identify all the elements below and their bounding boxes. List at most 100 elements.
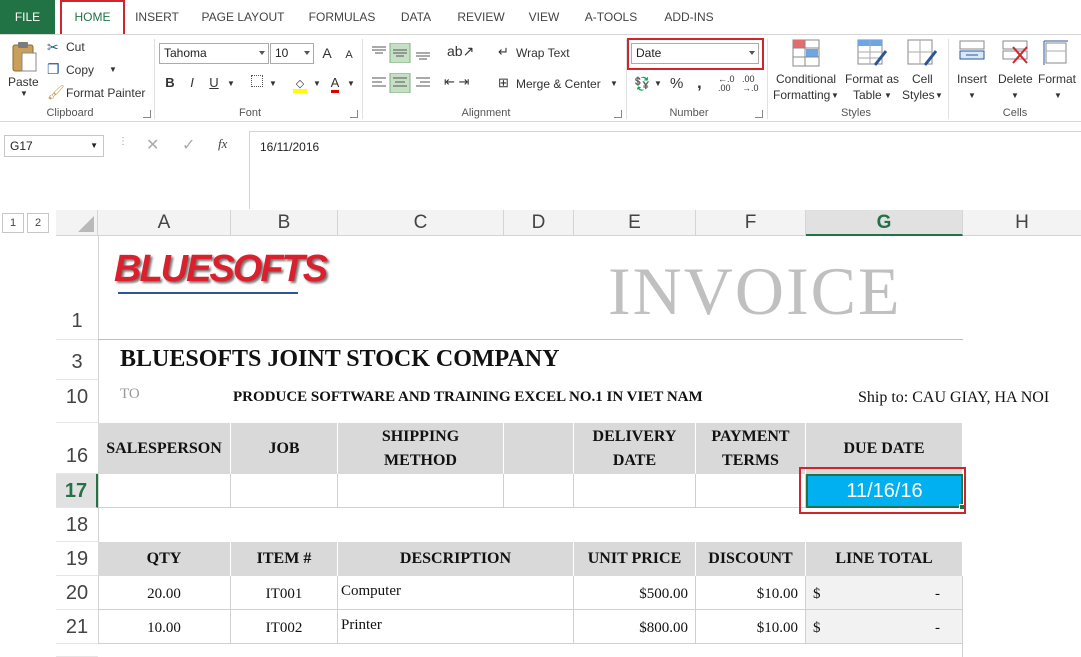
shrink-font-button[interactable]: A — [338, 44, 360, 66]
indent-icons[interactable]: ⇤ ⇥ — [444, 74, 469, 90]
tab-data[interactable]: DATA — [392, 0, 440, 34]
fill-handle[interactable] — [959, 504, 965, 510]
number-launcher-icon[interactable] — [755, 110, 763, 118]
row-header-10[interactable]: 10 — [56, 380, 98, 423]
font-size-combo[interactable]: 10 — [270, 43, 314, 64]
clipboard-launcher-icon[interactable] — [143, 110, 151, 118]
chevron-down-icon[interactable]: ▼ — [269, 79, 277, 88]
percent-icon[interactable]: % — [670, 75, 683, 92]
row-header-18[interactable]: 18 — [56, 508, 98, 542]
row-header-20[interactable]: 20 — [56, 576, 98, 610]
tab-a-tools[interactable]: A-TOOLS — [578, 0, 644, 34]
column-header-d[interactable]: D — [504, 210, 574, 236]
cell-qty[interactable]: 10.00 — [98, 610, 231, 644]
format-as-table-button[interactable]: Format as Table ▼ — [843, 37, 901, 105]
tab-formulas[interactable]: FORMULAS — [302, 0, 382, 34]
cell-unit-price[interactable]: $500.00 — [574, 576, 696, 610]
row-header-17[interactable]: 17 — [56, 474, 98, 508]
cell-item[interactable]: IT002 — [231, 610, 338, 644]
chevron-down-icon[interactable]: ▼ — [654, 79, 662, 88]
column-header-e[interactable]: E — [574, 210, 696, 236]
format-painter-button[interactable]: 🖌 Format Painter — [47, 83, 152, 103]
cancel-icon[interactable]: ✕ — [146, 135, 159, 155]
alignment-launcher-icon[interactable] — [614, 110, 622, 118]
underline-button[interactable]: U — [203, 72, 225, 94]
cut-button[interactable]: ✂ Cut — [47, 37, 147, 57]
paste-button[interactable]: Paste ▼ — [4, 39, 44, 103]
conditional-formatting-button[interactable]: Conditional Formatting ▼ — [772, 37, 840, 105]
cell-line-total[interactable]: $ - — [806, 576, 963, 610]
currency-icon[interactable]: 💱 — [634, 76, 650, 92]
tab-file[interactable]: FILE — [0, 0, 55, 34]
outline-level-1-button[interactable]: 1 — [2, 213, 24, 233]
formula-input[interactable]: 16/11/2016 — [249, 131, 1081, 209]
font-color-button[interactable]: A — [324, 72, 346, 94]
insert-cells-button[interactable]: Insert ▼ — [952, 37, 992, 105]
chevron-down-icon[interactable]: ▼ — [313, 79, 321, 88]
row-header-partial[interactable] — [56, 644, 98, 657]
wrap-text-button[interactable]: ↵ Wrap Text — [498, 43, 598, 63]
column-header-a[interactable]: A — [98, 210, 231, 236]
row-header-16[interactable]: 16 — [56, 423, 98, 474]
enter-icon[interactable]: ✓ — [182, 135, 195, 155]
row-header-3[interactable]: 3 — [56, 340, 98, 380]
name-box[interactable]: G17 ▼ — [4, 135, 104, 157]
merge-center-button[interactable]: ⊞ Merge & Center ▼ — [498, 74, 623, 94]
cell-description[interactable]: Computer — [338, 576, 574, 610]
delete-cells-button[interactable]: Delete ▼ — [995, 37, 1035, 105]
chevron-down-icon[interactable]: ▼ — [347, 79, 355, 88]
cell-qty[interactable]: 20.00 — [98, 576, 231, 610]
cell-discount[interactable]: $10.00 — [696, 610, 806, 644]
bold-button[interactable]: B — [159, 72, 181, 94]
cell-line-total[interactable]: $ - — [806, 610, 963, 644]
wrap-icon: ↵ — [498, 44, 509, 59]
column-header-b[interactable]: B — [231, 210, 338, 236]
column-header-g[interactable]: G — [806, 210, 963, 236]
column-header-f[interactable]: F — [696, 210, 806, 236]
cell-description[interactable]: Printer — [338, 610, 574, 644]
select-all-corner[interactable] — [56, 210, 98, 236]
grow-font-button[interactable]: A — [316, 42, 338, 64]
cell-d17[interactable] — [504, 474, 574, 508]
cell-discount[interactable]: $10.00 — [696, 576, 806, 610]
font-name-combo[interactable]: Tahoma — [159, 43, 269, 64]
tab-insert[interactable]: INSERT — [128, 0, 186, 34]
format-cells-button[interactable]: Format ▼ — [1036, 37, 1080, 105]
borders-button[interactable] — [246, 72, 268, 94]
cell-b17[interactable] — [231, 474, 338, 508]
row-header-21[interactable]: 21 — [56, 610, 98, 644]
row-header-1[interactable]: 1 — [56, 236, 98, 340]
cell-e17[interactable] — [574, 474, 696, 508]
column-header-h[interactable]: H — [963, 210, 1081, 236]
copy-button[interactable]: ❐ Copy ▼ — [47, 60, 147, 80]
drag-handle-icon[interactable]: ⋮ — [118, 136, 128, 147]
tab-view[interactable]: VIEW — [522, 0, 566, 34]
outline-level-2-button[interactable]: 2 — [27, 213, 49, 233]
cell-f17[interactable] — [696, 474, 806, 508]
cell-a17[interactable] — [98, 474, 231, 508]
decrease-decimal-icon[interactable]: .00 →.0 — [742, 75, 759, 93]
group-cells-label: Cells — [1002, 107, 1028, 119]
cell-styles-button[interactable]: Cell Styles ▼ — [901, 37, 945, 105]
cell-unit-price[interactable]: $800.00 — [574, 610, 696, 644]
number-format-combo[interactable]: Date — [631, 43, 759, 64]
chevron-down-icon[interactable]: ▼ — [227, 79, 235, 88]
italic-button[interactable]: I — [181, 72, 203, 94]
insert-function-icon[interactable]: fx — [218, 136, 227, 152]
orientation-icon[interactable]: ab↗ — [447, 43, 474, 60]
tab-home[interactable]: HOME — [60, 0, 125, 34]
cell-c17[interactable] — [338, 474, 504, 508]
increase-decimal-icon[interactable]: ←.0.00 — [718, 75, 735, 93]
fill-color-button[interactable]: ◇ — [289, 72, 311, 94]
comma-icon[interactable]: , — [697, 73, 702, 93]
tab-page-layout[interactable]: PAGE LAYOUT — [196, 0, 290, 34]
font-launcher-icon[interactable] — [350, 110, 358, 118]
cell-item[interactable]: IT001 — [231, 576, 338, 610]
column-header-c[interactable]: C — [338, 210, 504, 236]
cell-g17-selected[interactable]: 11/16/16 — [806, 474, 963, 508]
horizontal-align-icons[interactable] — [370, 73, 432, 93]
tab-add-ins[interactable]: ADD-INS — [656, 0, 722, 34]
row-header-19[interactable]: 19 — [56, 542, 98, 576]
vertical-align-icons[interactable] — [370, 43, 432, 63]
tab-review[interactable]: REVIEW — [452, 0, 510, 34]
